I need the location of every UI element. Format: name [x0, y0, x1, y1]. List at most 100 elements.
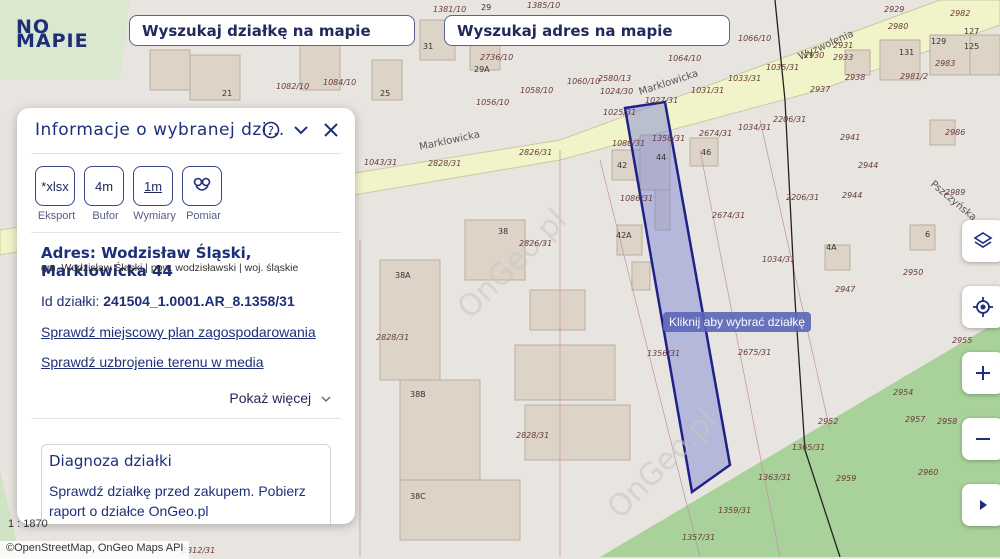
svg-text:?: ? — [268, 124, 274, 137]
svg-text:1031/31: 1031/31 — [691, 86, 724, 95]
export-xlsx-button[interactable]: *xlsx — [35, 166, 75, 206]
svg-text:2983: 2983 — [935, 59, 955, 68]
dimensions-button[interactable]: 1m — [133, 166, 173, 206]
svg-text:2947: 2947 — [835, 285, 856, 294]
zoning-plan-link[interactable]: Sprawdź miejscowy plan zagospodarowania — [41, 324, 316, 340]
svg-text:1034/31: 1034/31 — [738, 123, 771, 132]
svg-text:2989: 2989 — [945, 188, 965, 197]
svg-text:25: 25 — [380, 89, 390, 98]
svg-text:38: 38 — [498, 227, 508, 236]
svg-text:2826/31: 2826/31 — [519, 148, 552, 157]
parcel-id-label: Id działki: — [41, 293, 100, 309]
svg-text:2957: 2957 — [905, 415, 926, 424]
svg-text:2206/31: 2206/31 — [786, 193, 819, 202]
svg-text:2982: 2982 — [950, 9, 970, 18]
measure-tool[interactable]: Pomiar — [182, 166, 225, 222]
show-more-button[interactable]: Pokaż więcej — [229, 390, 331, 406]
address-subtitle: gm. Wodzisław Śląski | pow. wodzisławski… — [41, 262, 299, 274]
svg-text:1064/10: 1064/10 — [668, 54, 701, 63]
building — [529, 289, 586, 331]
plus-icon — [976, 366, 990, 380]
svg-text:31: 31 — [423, 42, 433, 51]
measure-label: Pomiar — [186, 210, 221, 222]
svg-text:42: 42 — [617, 161, 627, 170]
svg-text:2674/31: 2674/31 — [699, 129, 732, 138]
svg-text:1034/31: 1034/31 — [762, 255, 795, 264]
svg-text:1025/31: 1025/31 — [603, 108, 636, 117]
address-search-input[interactable]: Wyszukaj adres na mapie — [444, 15, 730, 46]
svg-text:1365/31: 1365/31 — [792, 443, 825, 452]
svg-text:29A: 29A — [474, 65, 490, 74]
diagnosis-title: Diagnoza działki — [49, 452, 172, 470]
divider — [31, 232, 341, 233]
zoom-out-button[interactable] — [962, 418, 1000, 460]
logo[interactable]: NO MAPIE — [16, 16, 106, 52]
parcel-id: Id działki: 241504_1.0001.AR_8.1358/31 — [41, 293, 295, 309]
svg-text:38A: 38A — [395, 271, 411, 280]
zoom-in-button[interactable] — [962, 352, 1000, 394]
building — [909, 224, 936, 251]
svg-text:2959: 2959 — [836, 474, 856, 483]
svg-text:1082/10: 1082/10 — [276, 82, 309, 91]
export-tool[interactable]: *xlsx Eksport — [35, 166, 78, 222]
svg-text:1358/31: 1358/31 — [652, 134, 685, 143]
caret-right-icon — [980, 500, 987, 510]
dimensions-tool[interactable]: 1m Wymiary — [133, 166, 176, 222]
svg-text:2580/13: 2580/13 — [598, 74, 631, 83]
svg-text:2206/31: 2206/31 — [773, 115, 806, 124]
building — [189, 54, 241, 101]
svg-text:1043/31: 1043/31 — [364, 158, 397, 167]
parcel-id-value: 241504_1.0001.AR_8.1358/31 — [103, 293, 295, 309]
buffer-tool[interactable]: 4m Bufor — [84, 166, 127, 222]
building — [969, 34, 1000, 76]
svg-text:1086/31: 1086/31 — [620, 194, 653, 203]
svg-text:1056/10: 1056/10 — [476, 98, 509, 107]
svg-text:1363/31: 1363/31 — [758, 473, 791, 482]
map-tooltip: Kliknij aby wybrać działkę — [663, 312, 812, 332]
svg-text:2980: 2980 — [888, 22, 908, 31]
close-icon[interactable] — [321, 120, 341, 140]
buffer-label: Bufor — [92, 210, 119, 222]
panel-title: Informacje o wybranej dzi... — [35, 120, 285, 140]
svg-text:125: 125 — [964, 42, 979, 51]
svg-text:4A: 4A — [826, 243, 837, 252]
utilities-link[interactable]: Sprawdź uzbrojenie terenu w media — [41, 354, 264, 370]
parcel-search-input[interactable]: Wyszukaj działkę na mapie — [129, 15, 415, 46]
map-attribution[interactable]: ©OpenStreetMap, OnGeo Maps API — [0, 541, 190, 559]
show-more-label: Pokaż więcej — [229, 390, 312, 406]
measure-button[interactable] — [182, 166, 222, 206]
svg-text:6: 6 — [925, 230, 930, 239]
svg-text:2828/31: 2828/31 — [428, 159, 461, 168]
svg-text:42A: 42A — [616, 231, 632, 240]
svg-text:2828/31: 2828/31 — [376, 333, 409, 342]
svg-text:2937: 2937 — [810, 85, 831, 94]
divider — [31, 418, 341, 419]
svg-text:38B: 38B — [410, 390, 426, 399]
svg-text:2986: 2986 — [945, 128, 965, 137]
svg-text:1060/10: 1060/10 — [567, 77, 600, 86]
svg-text:2950: 2950 — [903, 268, 923, 277]
svg-text:1084/10: 1084/10 — [323, 78, 356, 87]
svg-text:2941: 2941 — [840, 133, 860, 142]
dimensions-label: Wymiary — [133, 210, 176, 222]
layers-button[interactable] — [962, 220, 1000, 262]
svg-text:2736/10: 2736/10 — [480, 53, 513, 62]
map-scale: 1 : 1870 — [8, 518, 48, 530]
chevron-down-icon — [321, 396, 331, 402]
svg-text:38C: 38C — [410, 492, 426, 501]
svg-text:127: 127 — [964, 27, 979, 36]
svg-text:2826/31: 2826/31 — [519, 239, 552, 248]
buffer-button[interactable]: 4m — [84, 166, 124, 206]
svg-text:2944: 2944 — [858, 161, 878, 170]
expand-panel-button[interactable] — [962, 484, 1000, 526]
help-icon[interactable]: ? — [261, 120, 281, 140]
locate-button[interactable] — [962, 286, 1000, 328]
svg-text:131: 131 — [899, 48, 914, 57]
svg-text:2958: 2958 — [937, 417, 957, 426]
chevron-down-icon[interactable] — [291, 120, 311, 140]
svg-text:1066/10: 1066/10 — [738, 34, 771, 43]
diagnosis-card[interactable]: Diagnoza działki Sprawdź działkę przed z… — [41, 444, 331, 524]
layers-icon — [973, 232, 993, 248]
building — [149, 49, 191, 91]
svg-text:1359/31: 1359/31 — [718, 506, 751, 515]
